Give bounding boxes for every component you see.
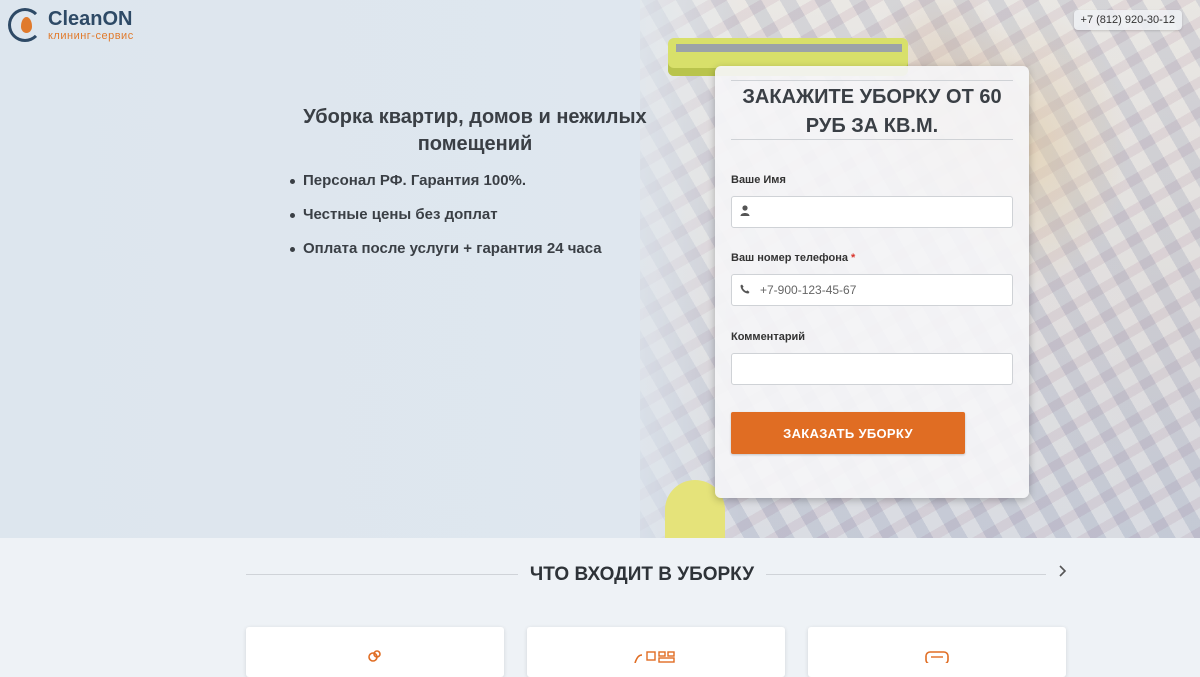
form-title: ЗАКАЖИТЕ УБОРКУ ОТ 60 РУБ ЗА КВ.М. — [731, 80, 1013, 140]
header-phone-link[interactable]: +7 (812) 920-30-12 — [1073, 10, 1182, 30]
appliance-icon — [808, 649, 1066, 666]
service-card[interactable] — [527, 627, 785, 677]
order-form: ЗАКАЖИТЕ УБОРКУ ОТ 60 РУБ ЗА КВ.М. Ваше … — [715, 66, 1029, 498]
phone-input[interactable] — [758, 282, 1002, 298]
cleaning-tools-icon — [246, 649, 504, 666]
bullet-dot-icon — [290, 213, 295, 218]
phone-field-wrap — [731, 274, 1013, 306]
hero-bullet-list: Персонал РФ. Гарантия 100%. Честные цены… — [288, 172, 602, 274]
logo-icon — [8, 8, 42, 42]
hero-bullet: Честные цены без доплат — [288, 206, 602, 240]
logo-link[interactable]: CleanON клининг-сервис — [8, 8, 134, 42]
bullet-dot-icon — [290, 179, 295, 184]
required-mark: * — [851, 252, 856, 264]
services-heading: ЧТО ВХОДИТ В УБОРКУ — [246, 562, 1068, 586]
comment-label: Комментарий — [731, 331, 806, 343]
service-card[interactable] — [246, 627, 504, 677]
squeegee-blade — [676, 44, 902, 52]
name-field-wrap — [731, 196, 1013, 228]
hero-headline: Уборка квартир, домов и нежилых помещени… — [303, 106, 647, 155]
brand-tagline: клининг-сервис — [48, 29, 134, 42]
divider — [766, 574, 1046, 575]
services-title: ЧТО ВХОДИТ В УБОРКУ — [529, 564, 755, 585]
divider — [246, 574, 518, 575]
hero-bullet: Персонал РФ. Гарантия 100%. — [288, 172, 602, 206]
chevron-right-icon[interactable] — [1058, 564, 1068, 583]
comment-input[interactable] — [740, 361, 984, 377]
broom-icon — [527, 649, 785, 666]
bullet-dot-icon — [290, 247, 295, 252]
order-cleaning-button[interactable]: ЗАКАЗАТЬ УБОРКУ — [731, 412, 965, 454]
hero-bullet: Оплата после услуги + гарантия 24 часа — [288, 240, 602, 274]
brand-name: CleanON — [48, 7, 133, 30]
name-input[interactable] — [758, 204, 1002, 220]
phone-icon — [732, 284, 758, 297]
hero-section: CleanON клининг-сервис +7 (812) 920-30-1… — [0, 0, 1200, 538]
service-card[interactable] — [808, 627, 1066, 677]
user-icon — [732, 205, 758, 219]
comment-field-wrap — [731, 353, 1013, 385]
phone-label: Ваш номер телефона * — [731, 252, 856, 264]
name-label: Ваше Имя — [731, 174, 786, 186]
